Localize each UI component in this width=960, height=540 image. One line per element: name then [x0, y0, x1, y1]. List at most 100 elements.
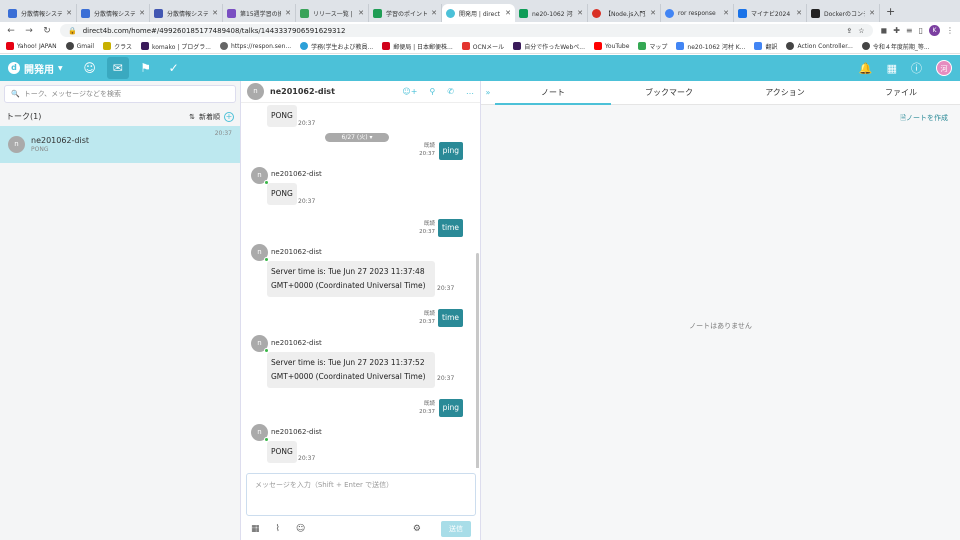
bookmark-item[interactable]: 令和４年度前期_等...	[861, 42, 930, 51]
bookmark-icon[interactable]: ⚑	[135, 57, 157, 79]
close-icon[interactable]: ✕	[431, 9, 437, 17]
contacts-icon[interactable]: ☺	[79, 57, 101, 79]
header-right: 🔔 ▦ ⓘ 河	[859, 60, 952, 76]
extension-icon[interactable]: ◼	[881, 26, 888, 35]
tab-notes[interactable]: ノート	[495, 81, 611, 105]
close-icon[interactable]: ✕	[358, 9, 364, 17]
bookmark-item[interactable]: 自分で作ったWebペ...	[513, 42, 585, 51]
media-icon[interactable]: ≡	[906, 26, 913, 35]
browser-tab-active[interactable]: 開発用 | direct ✕	[442, 4, 515, 22]
bookmark-item[interactable]: Action Controller...	[786, 42, 853, 50]
bookmark-item[interactable]: YouTube	[594, 42, 629, 50]
send-button[interactable]: 送信	[441, 521, 471, 537]
browser-tab[interactable]: 第15週学習の振り ✕	[223, 4, 296, 22]
forward-arrow-icon[interactable]: →	[24, 26, 34, 36]
read-receipt: 既読 20:37	[419, 142, 435, 158]
collapse-chevron-icon[interactable]: »	[481, 88, 495, 97]
sender-name: ne201062-dist	[271, 248, 322, 256]
stamp-grid-icon[interactable]: ▦	[251, 524, 260, 534]
bookmark-item[interactable]: 学務(学生および教員...	[300, 42, 373, 51]
profile-avatar[interactable]: K	[929, 25, 940, 36]
browser-tab[interactable]: ne20-1062 河村 ✕	[515, 4, 588, 22]
phone-icon[interactable]: ✆	[447, 87, 454, 96]
close-icon[interactable]: ✕	[285, 9, 291, 17]
menu-dots-icon[interactable]: ⋮	[946, 26, 954, 35]
message-time: 20:37	[298, 120, 316, 127]
close-icon[interactable]: ✕	[139, 9, 145, 17]
close-icon[interactable]: ✕	[66, 9, 72, 17]
browser-tab[interactable]: リリース一覧 | T ✕	[296, 4, 369, 22]
back-arrow-icon[interactable]: ←	[6, 26, 16, 36]
close-icon[interactable]: ✕	[650, 9, 656, 17]
outgoing-bubble: ping	[438, 399, 463, 417]
close-icon[interactable]: ✕	[723, 9, 729, 17]
bookmark-item[interactable]: Gmail	[65, 42, 94, 50]
school-icon	[300, 42, 309, 50]
bookmark-item[interactable]: Yahoo! JAPAN	[6, 42, 57, 50]
bookmark-item[interactable]: マップ	[638, 42, 667, 51]
message-input[interactable]: メッセージを入力（Shift + Enter で送信）	[246, 473, 476, 516]
close-icon[interactable]: ✕	[869, 9, 875, 17]
add-talk-button[interactable]: +	[224, 111, 234, 122]
bookmark-item[interactable]: komako | プログラ...	[140, 42, 211, 51]
user-avatar[interactable]: 河	[936, 60, 952, 76]
message-time: 20:37	[437, 375, 455, 382]
tab-files[interactable]: ファイル	[843, 81, 959, 105]
task-check-icon[interactable]: ✓	[163, 57, 185, 79]
bookmark-label: Yahoo! JAPAN	[17, 42, 57, 50]
browser-tab[interactable]: マイナビ2024 ✕	[734, 4, 807, 22]
add-member-icon[interactable]: ☺+	[402, 87, 417, 96]
search-icon[interactable]: ⚲	[429, 87, 435, 96]
workspace-switcher[interactable]: d 開発用 ▼	[8, 61, 63, 76]
browser-tab[interactable]: 分散情報システム ✕	[77, 4, 150, 22]
emoji-icon[interactable]: ☺	[296, 524, 305, 534]
puzzle-icon[interactable]: ✚	[893, 26, 900, 35]
chevron-down-icon: ▼	[58, 64, 63, 72]
browser-tab[interactable]: 分散情報システム ✕	[4, 4, 77, 22]
new-tab-plus-icon[interactable]: +	[886, 5, 895, 18]
tab-favicon-icon	[519, 8, 528, 18]
read-label: 既読	[423, 311, 435, 317]
create-note-button[interactable]: 🗎ノートを作成	[900, 113, 948, 125]
url-field[interactable]: 🔒 direct4b.com/home#/499260185177489408/…	[60, 24, 873, 37]
star-icon[interactable]: ☆	[858, 27, 864, 35]
bookmark-item[interactable]: ne20-1062 河村 K...	[676, 42, 745, 51]
close-icon[interactable]: ✕	[212, 9, 218, 17]
browser-tab[interactable]: ror response ✕	[661, 4, 734, 22]
tab-title: Dockerのコンテ	[824, 10, 866, 18]
talk-icon[interactable]: ✉	[106, 57, 129, 79]
talk-search-input[interactable]: 🔍 トーク、メッセージなどを検索	[4, 85, 236, 103]
scrollbar[interactable]	[476, 253, 479, 468]
bookmark-item[interactable]: 翻訳	[754, 42, 777, 51]
message-time: 20:37	[419, 409, 435, 415]
bookmark-item[interactable]: OCNメール	[461, 42, 504, 51]
tab-favicon-icon	[738, 8, 747, 18]
browser-tab[interactable]: 分散情報システム ✕	[150, 4, 223, 22]
share-icon[interactable]: ⇪	[846, 27, 852, 35]
message-list[interactable]: PONG 20:37 6/27 (火) ▾ 既読 20:37 ping n ne2…	[241, 103, 481, 468]
tab-actions[interactable]: アクション	[727, 81, 843, 105]
sidepanel-icon[interactable]: ▯	[919, 26, 923, 35]
more-dots-icon[interactable]: …	[466, 87, 474, 96]
tab-bookmarks[interactable]: ブックマーク	[611, 81, 727, 105]
gear-icon[interactable]: ⚙	[413, 524, 421, 534]
close-icon[interactable]: ✕	[505, 9, 511, 17]
browser-tab[interactable]: 学習のポイント ✕	[369, 4, 442, 22]
info-icon[interactable]: ⓘ	[911, 60, 922, 76]
browser-tab[interactable]: Dockerのコンテ ✕	[807, 4, 880, 22]
message-bubble: Server time is: Tue Jun 27 2023 11:37:48…	[267, 261, 435, 297]
reload-icon[interactable]: ↻	[42, 26, 52, 36]
browser-tab[interactable]: 【Node.js入門】 ✕	[588, 4, 661, 22]
bookmark-item[interactable]: https://respon.sen...	[219, 42, 291, 50]
sender-name: ne201062-dist	[271, 428, 322, 436]
apps-grid-icon[interactable]: ▦	[887, 62, 897, 75]
close-icon[interactable]: ✕	[577, 9, 583, 17]
close-icon[interactable]: ✕	[796, 9, 802, 17]
paperclip-icon[interactable]: ⌇	[276, 524, 280, 534]
talk-list-item[interactable]: n ne201062-dist PONG 20:37	[0, 126, 240, 163]
sort-dropdown[interactable]: ⇅ 新着順 +	[189, 111, 234, 122]
bookmark-item[interactable]: クラス	[103, 42, 132, 51]
bell-icon[interactable]: 🔔	[859, 62, 873, 75]
bookmark-item[interactable]: 郵便局 | 日本郵便株...	[382, 42, 453, 51]
date-separator[interactable]: 6/27 (火) ▾	[325, 133, 389, 142]
